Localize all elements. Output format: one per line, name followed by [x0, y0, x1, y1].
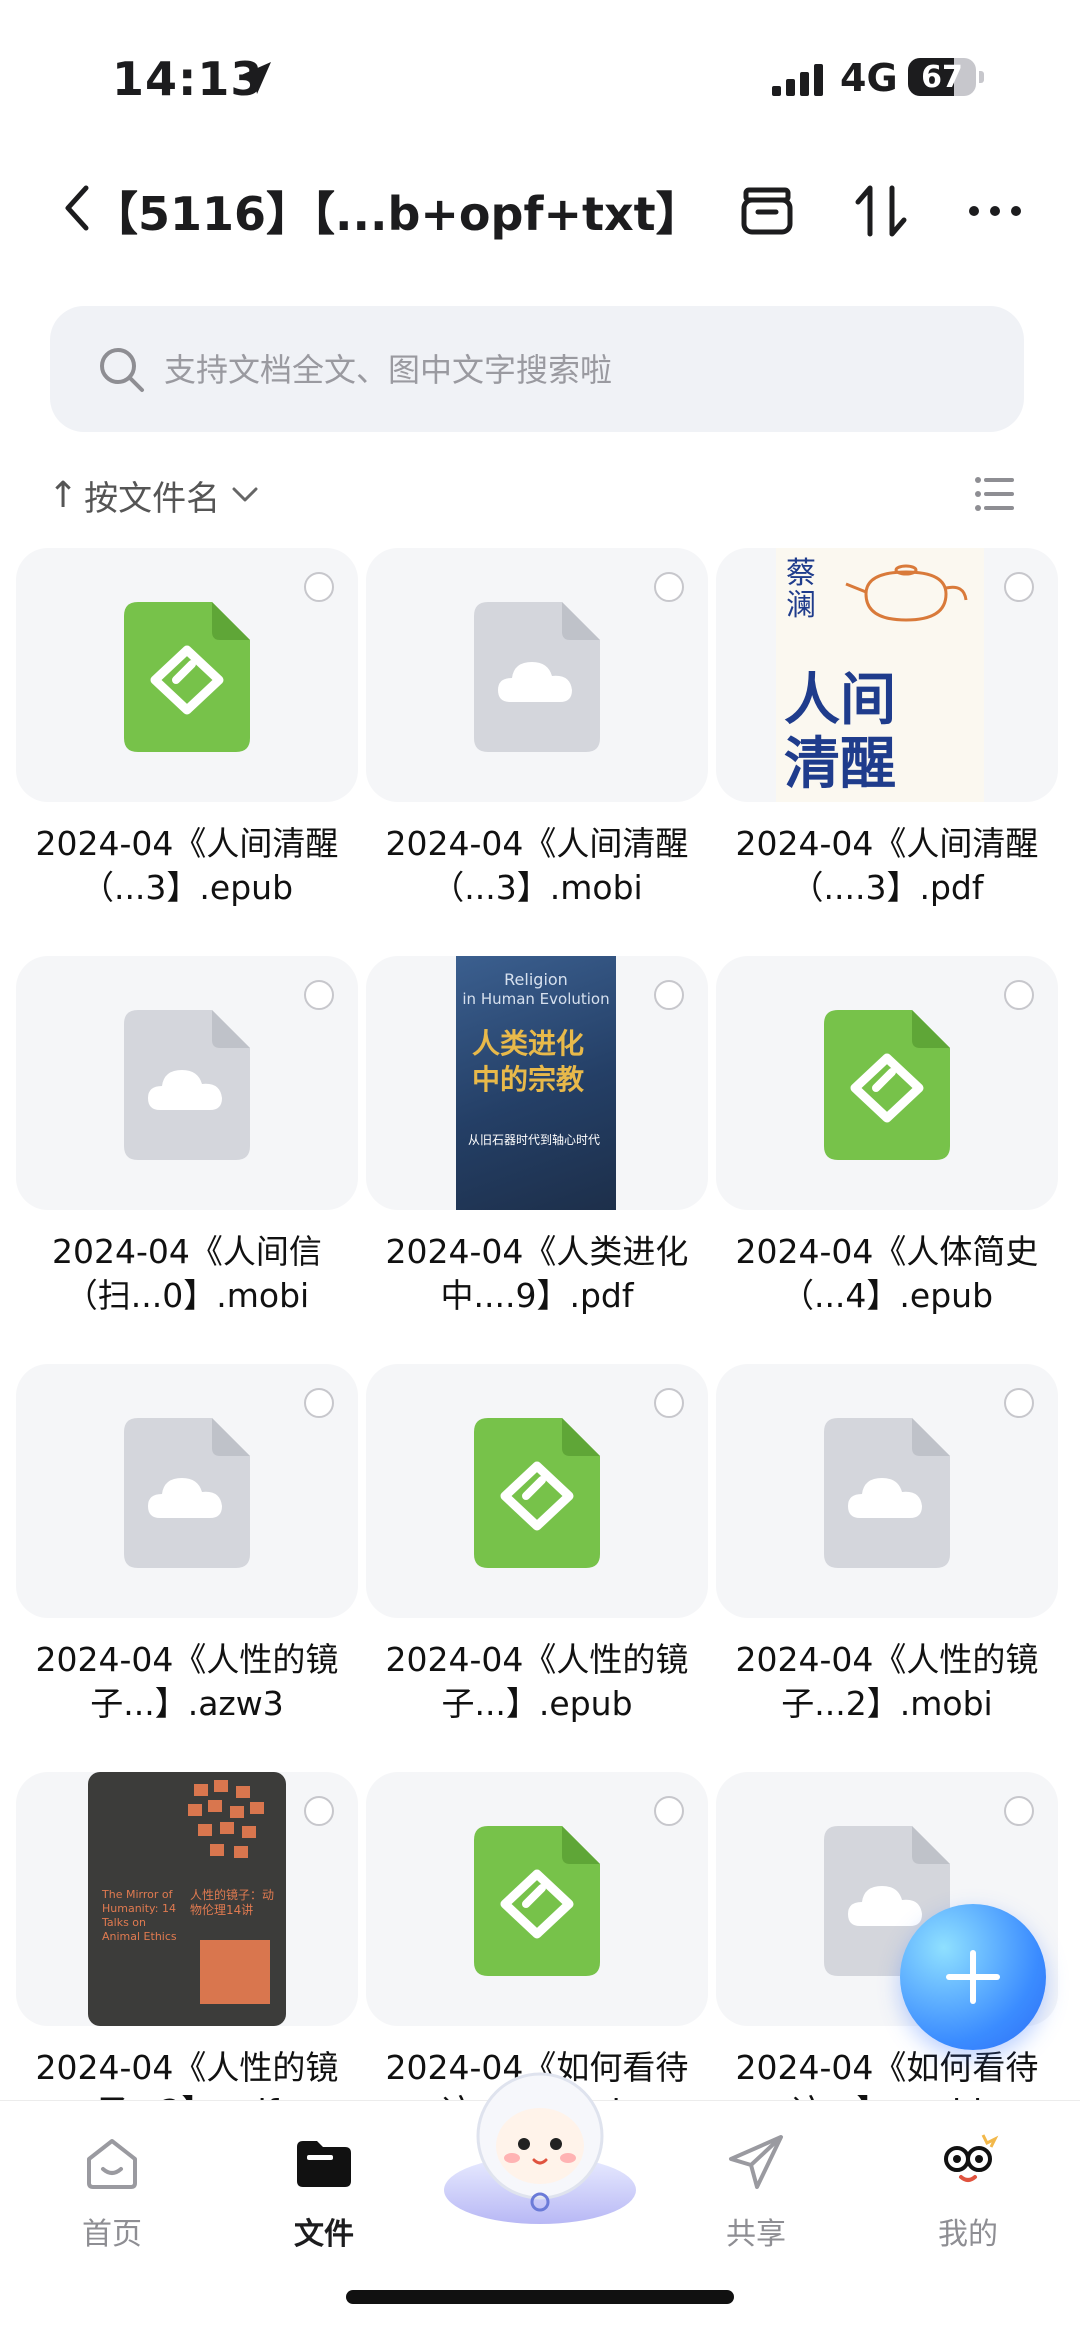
- cover-subtitle: 从旧石器时代到轴心时代: [468, 1133, 601, 1147]
- nav-bar: 【5116】【...b+opf+txt】: [0, 150, 1080, 270]
- mascot-assistant-icon[interactable]: [440, 2062, 640, 2228]
- select-radio[interactable]: [1004, 980, 1034, 1010]
- cover-title-en-2: in Human Evolution: [462, 990, 610, 1008]
- tab-label: 文件: [294, 2217, 354, 2252]
- file-item[interactable]: 2024-04《人间清醒（...3】.mobi: [366, 548, 708, 948]
- plus-icon: [946, 1950, 1000, 2004]
- folder-title: 【5116】【...b+opf+txt】: [92, 187, 702, 241]
- file-name: 2024-04《人间清醒（...3】.epub: [35, 824, 339, 907]
- select-radio[interactable]: [654, 980, 684, 1010]
- file-item[interactable]: 2024-04《人间信（扫...0】.mobi: [16, 956, 358, 1356]
- cloud-file-icon: [124, 1418, 250, 1568]
- status-bar: 14:13 4G 67: [0, 0, 1080, 150]
- cover-pattern: [188, 1780, 264, 1858]
- cover-title-en-1: Religion: [504, 970, 568, 989]
- share-icon: [729, 2135, 783, 2189]
- file-name: 2024-04《人性的镜子...】.epub: [385, 1640, 689, 1723]
- cover-title-en: The Mirror of Humanity: 14 Talks on Anim…: [102, 1888, 177, 1943]
- home-icon: [87, 2139, 137, 2189]
- more-dots-icon: [969, 206, 1021, 216]
- archive-icon: [741, 187, 793, 235]
- select-radio[interactable]: [304, 572, 334, 602]
- file-item[interactable]: 2024-04《人性的镜子...】.azw3: [16, 1364, 358, 1764]
- select-radio[interactable]: [304, 1796, 334, 1826]
- epub-file-icon: [124, 602, 250, 752]
- file-item[interactable]: 2024-04《人性的镜子...2】.mobi: [716, 1364, 1058, 1764]
- search-input[interactable]: [162, 336, 986, 404]
- archive-button[interactable]: [732, 176, 802, 246]
- cover-title-cn: 人类进化中的宗教: [472, 1027, 585, 1096]
- cloud-file-icon: [474, 602, 600, 752]
- cover-author: 蔡澜: [786, 556, 816, 623]
- cloud-file-icon: [824, 1418, 950, 1568]
- select-radio[interactable]: [654, 1796, 684, 1826]
- tab-label: 首页: [82, 2217, 142, 2252]
- cloud-file-icon: [124, 1010, 250, 1160]
- file-name: 2024-04《人体简史（...4】.epub: [735, 1232, 1039, 1315]
- sort-arrows-icon: [855, 185, 907, 237]
- search-icon: [100, 348, 144, 392]
- network-type: 4G: [840, 56, 898, 100]
- battery-indicator: 67: [908, 58, 984, 98]
- file-name: 2024-04《人类进化中....9】.pdf: [385, 1232, 689, 1315]
- list-view-icon[interactable]: [972, 472, 1016, 516]
- chevron-down-icon: [232, 487, 258, 502]
- select-radio[interactable]: [654, 572, 684, 602]
- select-radio[interactable]: [1004, 1796, 1034, 1826]
- tab-share[interactable]: 共享: [686, 2129, 826, 2253]
- signal-icon: [772, 64, 823, 96]
- tab-home[interactable]: 首页: [42, 2129, 182, 2253]
- file-name: 2024-04《人间清醒（....3】.pdf: [735, 824, 1039, 907]
- file-item[interactable]: 2024-04《人间清醒（...3】.epub: [16, 548, 358, 948]
- search-bar[interactable]: [50, 306, 1024, 432]
- battery-percent: 67: [921, 60, 963, 95]
- book-cover-renjian-qingxing: 蔡澜 人间清醒: [776, 548, 984, 802]
- file-name: 2024-04《人性的镜子...】.azw3: [35, 1640, 339, 1723]
- sort-label: 按文件名: [84, 478, 221, 519]
- select-radio[interactable]: [654, 1388, 684, 1418]
- cover-title-cn: 人性的镜子：动物伦理14讲: [190, 1888, 275, 1917]
- add-button[interactable]: [900, 1904, 1046, 2050]
- cover-title: 人间清醒: [784, 667, 896, 797]
- home-indicator: [346, 2290, 734, 2304]
- file-item[interactable]: 2024-04《人性的镜子...】.epub: [366, 1364, 708, 1764]
- tab-label: 我的: [938, 2217, 998, 2252]
- book-cover-mirror-of-humanity: The Mirror of Humanity: 14 Talks on Anim…: [88, 1772, 286, 2026]
- tab-label: 共享: [726, 2217, 786, 2252]
- teapot-illustration: [845, 564, 968, 622]
- file-item[interactable]: 2024-04《人体简史（...4】.epub: [716, 956, 1058, 1356]
- book-cover-religion-in-human-evolution: Religion in Human Evolution 人类进化中的宗教 从旧石…: [456, 956, 616, 1210]
- folder-icon: [297, 2141, 351, 2187]
- cover-orange-block: [200, 1940, 270, 2004]
- file-name: 2024-04《人性的镜子...2】.mobi: [735, 1640, 1039, 1723]
- select-radio[interactable]: [1004, 1388, 1034, 1418]
- select-radio[interactable]: [304, 980, 334, 1010]
- file-name: 2024-04《人间清醒（...3】.mobi: [385, 824, 689, 907]
- sort-up-arrow-icon: ↑: [48, 474, 79, 516]
- profile-icon: [944, 2134, 999, 2182]
- epub-file-icon: [824, 1010, 950, 1160]
- tab-files[interactable]: 文件: [254, 2129, 394, 2253]
- select-radio[interactable]: [1004, 572, 1034, 602]
- more-button[interactable]: [960, 176, 1030, 246]
- epub-file-icon: [474, 1418, 600, 1568]
- location-arrow-icon: [239, 62, 271, 94]
- sort-order-button[interactable]: [846, 176, 916, 246]
- select-radio[interactable]: [304, 1388, 334, 1418]
- tab-profile[interactable]: 我的: [898, 2129, 1038, 2253]
- epub-file-icon: [474, 1826, 600, 1976]
- file-name: 2024-04《人间信（扫...0】.mobi: [52, 1232, 322, 1315]
- sort-by-name-dropdown[interactable]: ↑ 按文件名: [48, 470, 260, 520]
